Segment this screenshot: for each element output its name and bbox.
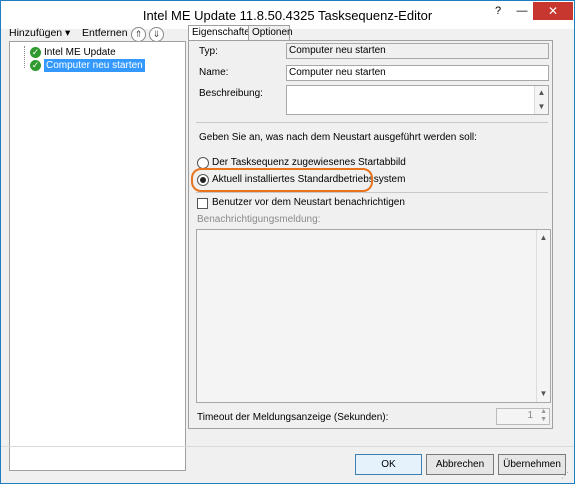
tab-optionen[interactable]: Optionen <box>248 25 293 40</box>
task-sequence-tree[interactable]: ✓ Intel ME Update ✓ Computer neu starten <box>9 41 186 471</box>
tree-item-label: Computer neu starten <box>44 59 145 72</box>
chevron-up-icon: ▲ <box>540 408 547 415</box>
chevron-down-icon: ▼ <box>539 389 548 398</box>
timeout-stepper: 1 ▲ ▼ <box>496 408 550 425</box>
ok-button[interactable]: OK <box>355 454 422 475</box>
message-field: ▲ ▼ <box>196 229 551 403</box>
description-scrollbar[interactable]: ▲ ▼ <box>534 86 548 114</box>
help-button[interactable]: ? <box>487 2 509 20</box>
message-scrollbar: ▲ ▼ <box>536 230 550 402</box>
add-button[interactable]: Hinzufügen ▾ <box>9 27 70 39</box>
chevron-up-icon: ▲ <box>539 233 548 242</box>
name-label: Name: <box>199 67 229 78</box>
close-button[interactable]: ✕ <box>533 2 573 20</box>
notify-checkbox[interactable] <box>197 198 208 209</box>
tab-eigenschaften[interactable]: Eigenschaften <box>188 25 255 41</box>
timeout-value: 1 <box>527 410 533 421</box>
task-sequence-editor-window: Intel ME Update 11.8.50.4325 Tasksequenz… <box>0 0 575 484</box>
name-field[interactable]: Computer neu starten <box>286 65 549 81</box>
highlight-annotation <box>191 168 373 192</box>
message-label: Benachrichtigungsmeldung: <box>197 214 321 225</box>
separator <box>196 192 548 193</box>
separator <box>1 446 574 447</box>
description-field[interactable]: ▲ ▼ <box>286 85 549 115</box>
add-button-label: Hinzufügen <box>9 27 63 39</box>
type-label: Typ: <box>199 46 218 57</box>
radio-boot-image-label[interactable]: Der Tasksequenz zugewiesenes Startabbild <box>212 157 406 168</box>
separator <box>196 122 548 123</box>
timeout-label: Timeout der Meldungsanzeige (Sekunden): <box>197 412 389 423</box>
move-down-icon[interactable]: ⇓ <box>149 27 164 42</box>
check-icon: ✓ <box>30 47 41 58</box>
tree-item-label: Intel ME Update <box>44 47 116 58</box>
chevron-down-icon[interactable]: ▼ <box>535 102 548 112</box>
restart-question: Geben Sie an, was nach dem Neustart ausg… <box>199 132 477 143</box>
chevron-down-icon: ▼ <box>540 416 547 423</box>
chevron-up-icon[interactable]: ▲ <box>535 88 548 98</box>
notify-checkbox-label[interactable]: Benutzer vor dem Neustart benachrichtige… <box>212 197 405 208</box>
check-icon: ✓ <box>30 60 41 71</box>
cancel-button[interactable]: Abbrechen <box>426 454 494 475</box>
tree-connector <box>24 46 25 68</box>
chevron-down-icon: ▾ <box>65 27 71 39</box>
apply-button[interactable]: Übernehmen <box>498 454 566 475</box>
remove-button[interactable]: Entfernen <box>82 27 128 39</box>
minimize-button[interactable]: — <box>511 2 533 20</box>
move-up-icon[interactable]: ⇑ <box>131 27 146 42</box>
resize-grip-icon[interactable]: ⋰ <box>561 471 573 483</box>
type-field: Computer neu starten <box>286 43 549 59</box>
description-label: Beschreibung: <box>199 88 263 99</box>
